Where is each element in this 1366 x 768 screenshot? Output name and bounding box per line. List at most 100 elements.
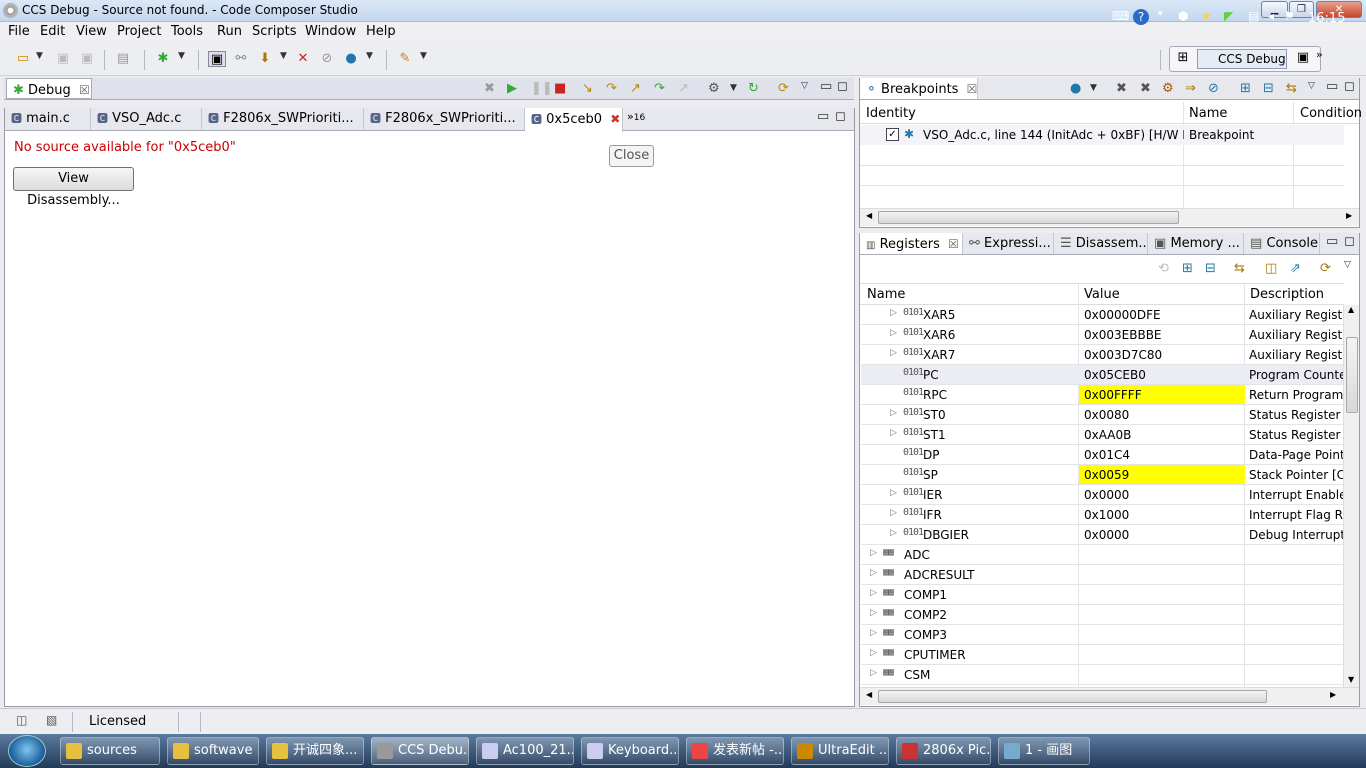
tab-registers[interactable]: ▥ Registers ☒ — [860, 233, 963, 254]
restart-icon[interactable]: ↻ — [748, 81, 759, 97]
register-row[interactable]: ▷ 0101 IFR 0x1000 Interrupt Flag R — [861, 505, 1343, 525]
column-value[interactable]: Value — [1084, 287, 1120, 302]
menu-run[interactable]: Run — [217, 24, 242, 39]
view-menu-icon[interactable]: ▽ — [1344, 260, 1351, 270]
show-breakpoints-icon[interactable]: ⚙ — [1162, 81, 1174, 97]
taskbar-item[interactable]: Ac100_21... — [476, 737, 574, 765]
taskbar-item[interactable]: 发表新帖 -... — [686, 737, 784, 765]
tab-console[interactable]: ▤ Console — [1244, 233, 1320, 254]
minimize-view-icon[interactable]: ▭ — [820, 79, 832, 95]
menu-scripts[interactable]: Scripts — [252, 24, 296, 39]
taskbar-item[interactable]: 开诚四象... — [266, 737, 364, 765]
scroll-right-icon[interactable]: ▶ — [1330, 690, 1336, 699]
resume-icon[interactable]: ▶ — [507, 81, 517, 97]
expand-arrow-icon[interactable]: ▷ — [870, 588, 877, 598]
scroll-down-icon[interactable]: ▼ — [1348, 675, 1354, 684]
perspective-alt-icon[interactable]: ▣ — [1294, 50, 1312, 66]
collapse-all-icon[interactable]: ⊟ — [1263, 81, 1274, 97]
maximize-view-icon[interactable]: ◻ — [1344, 234, 1355, 250]
remove-breakpoint-icon[interactable]: ✖ — [1116, 81, 1127, 97]
nvidia-icon[interactable]: ◤ — [1224, 9, 1233, 23]
chevron-down-icon[interactable]: ▼ — [1090, 83, 1097, 93]
chevron-down-icon[interactable]: ▼ — [178, 51, 185, 61]
start-button[interactable] — [8, 735, 46, 767]
register-group-row[interactable]: ▷ ▦▦ COMP1 — [861, 585, 1343, 605]
tab-0x5ceb0[interactable]: 🅲 0x5ceb0 ✖ — [525, 108, 623, 132]
view-menu-icon[interactable]: ▽ — [1308, 81, 1315, 91]
network-icon[interactable]: ▤ — [1248, 9, 1259, 23]
expand-arrow-icon[interactable]: ▷ — [890, 488, 897, 498]
taskbar-item[interactable]: UltraEdit ... — [791, 737, 889, 765]
chevron-down-icon[interactable]: ▼ — [280, 51, 287, 61]
register-row[interactable]: ▷ 0101 XAR6 0x003EBBBE Auxiliary Registe — [861, 325, 1343, 345]
menu-window[interactable]: Window — [305, 24, 356, 39]
column-name[interactable]: Name — [867, 287, 905, 302]
minimize-view-icon[interactable]: ▭ — [1326, 79, 1338, 95]
register-row[interactable]: 0101 DP 0x01C4 Data-Page Point — [861, 445, 1343, 465]
menu-project[interactable]: Project — [117, 24, 161, 39]
terminate-icon[interactable]: ■ — [554, 81, 566, 97]
register-value[interactable]: 0x0080 — [1079, 405, 1245, 425]
sync-icon[interactable]: ⇆ — [1234, 261, 1245, 277]
maximize-view-icon[interactable]: ◻ — [1344, 79, 1355, 95]
skip-breakpoints-icon[interactable]: ⊘ — [318, 51, 336, 67]
refresh-icon[interactable]: ⟲ — [1158, 261, 1169, 277]
breakpoints-hscrollbar[interactable]: ◀ ▶ — [860, 208, 1359, 226]
register-value[interactable]: 0x0059 — [1079, 465, 1245, 485]
registers-hscrollbar[interactable]: ◀ ▶ — [860, 687, 1359, 705]
scroll-right-icon[interactable]: ▶ — [1346, 211, 1352, 220]
maximize-view-icon[interactable]: ◻ — [837, 79, 848, 95]
save-all-icon[interactable]: ▣ — [78, 51, 96, 67]
register-group-row[interactable]: ▷ ▦▦ CPUTIMER — [861, 645, 1343, 665]
register-row[interactable]: ▷ 0101 XAR5 0x00000DFE Auxiliary Registe — [861, 305, 1343, 325]
minimize-view-icon[interactable]: ▭ — [1326, 234, 1338, 250]
refresh-icon[interactable]: ⟳ — [778, 81, 789, 97]
close-icon[interactable]: ☒ — [948, 237, 959, 251]
menu-edit[interactable]: Edit — [40, 24, 65, 39]
step-over-icon[interactable]: ↷ — [606, 81, 617, 97]
expand-arrow-icon[interactable]: ▷ — [870, 668, 877, 678]
column-name[interactable]: Name — [1189, 106, 1227, 121]
register-row[interactable]: ▷ 0101 DBGIER 0x0000 Debug Interrupt — [861, 525, 1343, 545]
go-to-file-icon[interactable]: ⇒ — [1185, 81, 1196, 97]
register-value[interactable]: 0x003EBBBE — [1079, 325, 1245, 345]
register-value[interactable]: 0x0000 — [1079, 485, 1245, 505]
register-value[interactable]: 0x00FFFF — [1079, 385, 1245, 405]
more-perspectives-icon[interactable]: » — [1316, 48, 1323, 61]
register-value[interactable]: 0x05CEB0 — [1079, 365, 1245, 385]
register-value[interactable]: 0xAA0B — [1079, 425, 1245, 445]
flag-icon[interactable]: ⚑ — [1284, 9, 1295, 23]
view-disassembly-button[interactable]: View Disassembly... — [13, 167, 134, 208]
scroll-left-icon[interactable]: ◀ — [866, 211, 872, 220]
step-return-icon[interactable]: ↗ — [630, 81, 641, 97]
tab-breakpoints[interactable]: ⚬ Breakpoints ☒ — [860, 78, 978, 99]
expand-arrow-icon[interactable]: ▷ — [890, 428, 897, 438]
scroll-left-icon[interactable]: ◀ — [866, 690, 872, 699]
menu-help[interactable]: Help — [366, 24, 396, 39]
suspend-icon[interactable]: ❚❚ — [531, 81, 553, 97]
expand-arrow-icon[interactable]: ▷ — [870, 568, 877, 578]
reset-cpu-icon[interactable]: ⚙ — [708, 81, 720, 97]
expand-arrow-icon[interactable]: ▷ — [870, 648, 877, 658]
column-condition[interactable]: Condition — [1300, 106, 1362, 121]
menu-file[interactable]: File — [8, 24, 30, 39]
register-value[interactable]: 0x01C4 — [1079, 445, 1245, 465]
link-with-view-icon[interactable]: ⇆ — [1286, 81, 1297, 97]
run-config-icon[interactable]: ● — [342, 51, 360, 67]
tray-star-icon[interactable]: ★ — [1201, 9, 1212, 23]
breakpoint-row[interactable]: ✓ ✱ VSO_Adc.c, line 144 (InitAdc + 0xBF)… — [860, 125, 1344, 145]
menu-tools[interactable]: Tools — [171, 24, 203, 39]
menu-view[interactable]: View — [76, 24, 107, 39]
tab-f2806x-swprioriti-2[interactable]: 🅲 F2806x_SWPrioriti... — [364, 108, 525, 130]
export-icon[interactable]: ⇗ — [1290, 261, 1301, 277]
column-identity[interactable]: Identity — [866, 106, 916, 121]
ccs-debug-perspective[interactable]: CCS Debug — [1197, 49, 1287, 69]
register-row[interactable]: ▷ 0101 IER 0x0000 Interrupt Enable — [861, 485, 1343, 505]
debug-icon[interactable]: ✱ — [154, 51, 172, 67]
close-icon[interactable]: ✖ — [610, 112, 620, 126]
chevron-down-icon[interactable]: ▼ — [730, 83, 737, 93]
minimize-editor-icon[interactable]: ▭ — [817, 109, 829, 125]
taskbar-item[interactable]: Keyboard... — [581, 737, 679, 765]
assembly-step-icon[interactable]: ↷ — [654, 81, 665, 97]
expand-arrow-icon[interactable]: ▷ — [870, 608, 877, 618]
